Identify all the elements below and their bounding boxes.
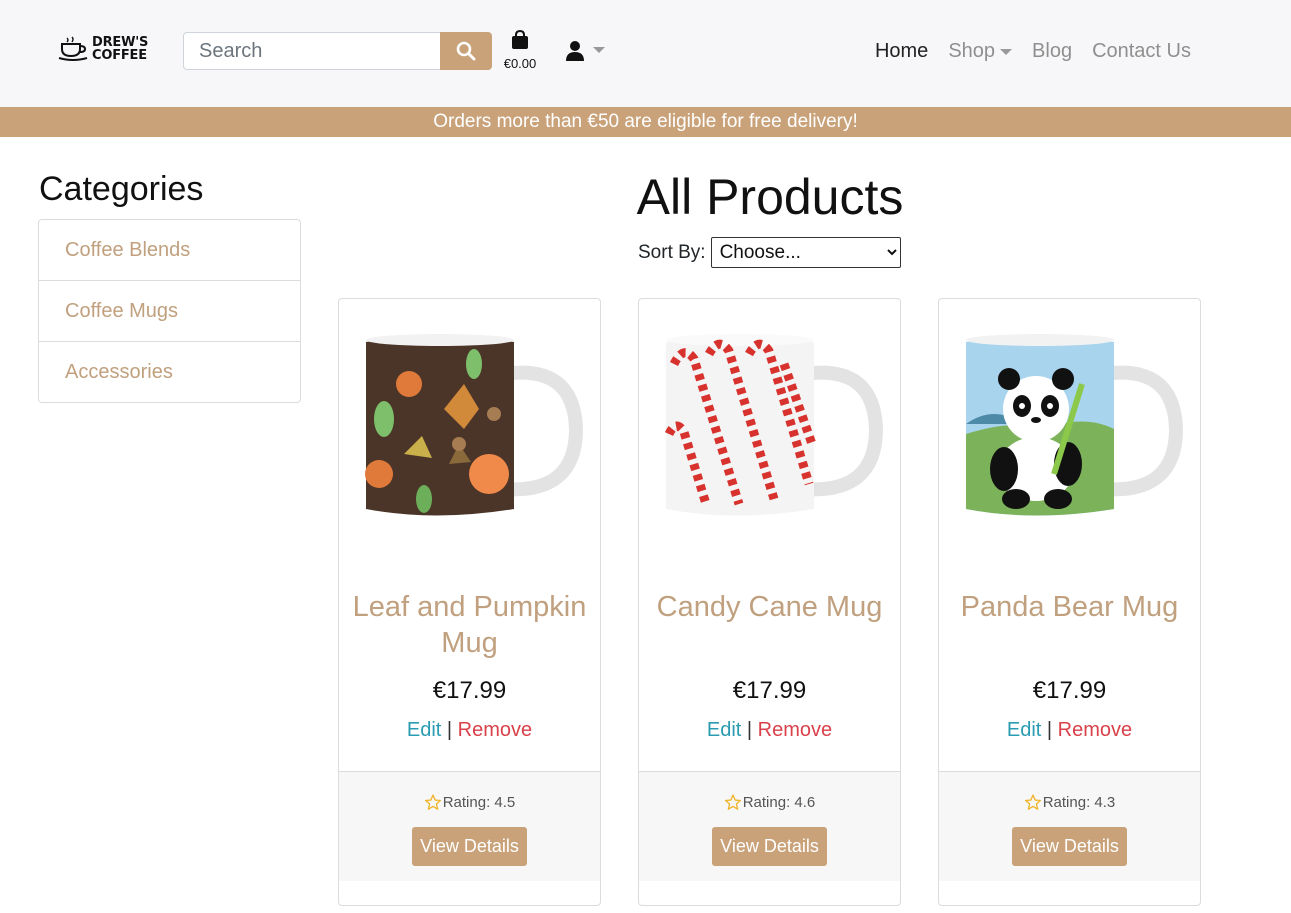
coffee-cup-icon <box>58 36 88 61</box>
remove-link[interactable]: Remove <box>758 719 832 741</box>
separator: | <box>746 719 753 741</box>
view-details-button[interactable]: View Details <box>712 827 827 866</box>
card-footer: Rating: 4.3 View Details <box>939 771 1200 881</box>
star-outline-icon <box>1024 794 1041 810</box>
brand-line-2: COFFEE <box>92 48 147 63</box>
main-nav: Home Shop Blog Contact Us <box>855 40 1191 63</box>
separator: | <box>1046 719 1053 741</box>
search-button[interactable] <box>440 32 492 70</box>
card-footer: Rating: 4.6 View Details <box>639 771 900 881</box>
brand-logo[interactable]: DREW'S COFFEE <box>58 36 148 62</box>
remove-link[interactable]: Remove <box>1058 719 1132 741</box>
nav-shop-label: Shop <box>948 40 996 62</box>
separator: | <box>446 719 453 741</box>
product-rating: Rating: 4.3 <box>939 794 1200 811</box>
top-navbar: DREW'S COFFEE €0.00 Home Shop Blog Conta… <box>0 0 1291 107</box>
sort-control: Sort By: Choose... <box>638 237 901 268</box>
nav-contact[interactable]: Contact Us <box>1092 40 1191 63</box>
edit-link[interactable]: Edit <box>707 719 741 741</box>
product-price: €17.99 <box>732 677 807 704</box>
account-dropdown[interactable] <box>565 40 605 62</box>
cart-link[interactable]: €0.00 <box>500 30 540 71</box>
nav-home[interactable]: Home <box>875 40 928 63</box>
delivery-banner: Orders more than €50 are eligible for fr… <box>0 107 1291 137</box>
user-icon <box>566 41 584 61</box>
shopping-bag-icon <box>512 30 528 49</box>
product-rating: Rating: 4.5 <box>339 794 600 811</box>
nav-blog[interactable]: Blog <box>1032 40 1072 63</box>
category-list: Coffee Blends Coffee Mugs Accessories <box>38 219 301 403</box>
rating-text: Rating: 4.6 <box>742 794 816 811</box>
product-price: €17.99 <box>1032 677 1107 704</box>
remove-link[interactable]: Remove <box>458 719 532 741</box>
edit-link[interactable]: Edit <box>1007 719 1041 741</box>
view-details-button[interactable]: View Details <box>1012 827 1127 866</box>
product-name[interactable]: Leaf and Pumpkin Mug <box>349 589 590 661</box>
sort-select[interactable]: Choose... <box>710 237 901 268</box>
category-item[interactable]: Coffee Mugs <box>39 281 300 342</box>
nav-shop[interactable]: Shop <box>948 40 1013 63</box>
product-price: €17.99 <box>432 677 507 704</box>
card-footer: Rating: 4.5 View Details <box>339 771 600 881</box>
cart-total: €0.00 <box>503 56 537 71</box>
categories-title: Categories <box>39 170 204 208</box>
product-image[interactable] <box>354 324 586 534</box>
product-name[interactable]: Panda Bear Mug <box>949 589 1190 625</box>
chevron-down-icon <box>593 47 605 53</box>
brand-name: DREW'S COFFEE <box>92 36 148 62</box>
edit-link[interactable]: Edit <box>407 719 441 741</box>
product-rating: Rating: 4.6 <box>639 794 900 811</box>
sort-label: Sort By: <box>638 241 706 263</box>
product-actions: Edit | Remove <box>939 719 1200 742</box>
search-form <box>183 32 492 70</box>
rating-text: Rating: 4.5 <box>442 794 516 811</box>
chevron-down-icon <box>1000 48 1013 55</box>
product-card: Panda Bear Mug €17.99 Edit | Remove Rati… <box>938 298 1201 906</box>
view-details-button[interactable]: View Details <box>412 827 527 866</box>
search-icon <box>456 41 476 61</box>
product-card: Candy Cane Mug €17.99 Edit | Remove Rati… <box>638 298 901 906</box>
product-card: Leaf and Pumpkin Mug €17.99 Edit | Remov… <box>338 298 601 906</box>
star-outline-icon <box>424 794 441 810</box>
product-name[interactable]: Candy Cane Mug <box>649 589 890 625</box>
page-title: All Products <box>636 169 904 225</box>
category-item[interactable]: Accessories <box>39 342 300 402</box>
star-outline-icon <box>724 794 741 810</box>
product-image[interactable] <box>954 324 1186 534</box>
rating-text: Rating: 4.3 <box>1042 794 1116 811</box>
search-input[interactable] <box>183 32 440 70</box>
product-actions: Edit | Remove <box>339 719 600 742</box>
product-actions: Edit | Remove <box>639 719 900 742</box>
category-item[interactable]: Coffee Blends <box>39 220 300 281</box>
product-image[interactable] <box>654 324 886 534</box>
